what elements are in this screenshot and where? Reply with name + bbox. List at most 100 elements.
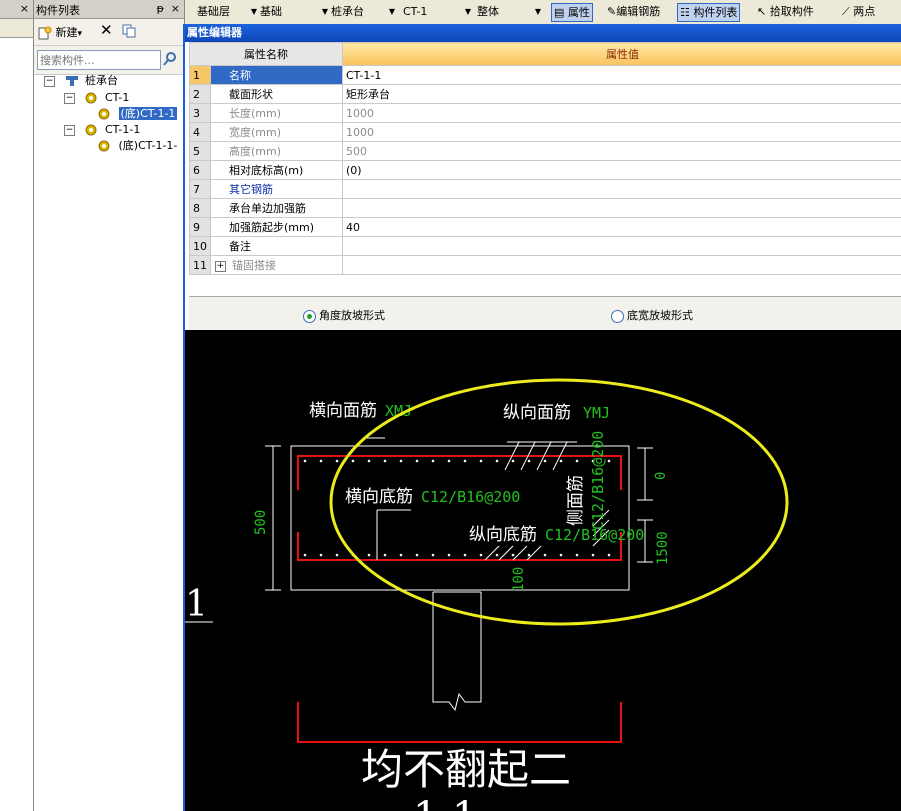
dim-1500: 1500	[655, 531, 671, 565]
property-name: 长度(mm)	[210, 103, 343, 123]
chevron-down-icon: ▼	[534, 7, 541, 16]
property-row[interactable]: 7 其它钢筋	[189, 179, 901, 199]
new-icon	[38, 26, 52, 40]
type-select[interactable]: 基础 ▼	[260, 5, 328, 19]
property-row[interactable]: 11 + 锚固搭接	[189, 255, 901, 275]
edit-icon: ✎	[607, 5, 617, 18]
delete-icon[interactable]: ✕	[100, 21, 113, 39]
label-transverse-top: 横向面筋	[309, 401, 377, 421]
rebar-dot	[575, 553, 579, 557]
cad-drawing-canvas[interactable]: 1 500 0 1500 100 横向面筋 XMJ 纵向面筋 YMJ 横向底筋 …	[185, 330, 901, 811]
rebar-dot	[415, 459, 419, 463]
property-value[interactable]	[342, 236, 901, 256]
property-value[interactable]: 1000	[342, 122, 901, 142]
tree-child-label: (底)CT-1-1-	[118, 139, 178, 152]
width-slope-radio[interactable]: 底宽放坡形式	[611, 307, 693, 323]
angle-slope-radio[interactable]: 角度放坡形式	[303, 307, 385, 323]
new-button[interactable]: 新建▾	[38, 24, 82, 40]
property-value[interactable]	[342, 179, 901, 199]
search-input[interactable]	[37, 50, 161, 70]
property-name: 承台单边加强筋	[210, 198, 343, 218]
property-row[interactable]: 4 宽度(mm) 1000	[189, 122, 901, 142]
properties-button-label: 属性	[567, 6, 590, 19]
collapse-icon[interactable]: −	[64, 92, 75, 104]
pick-component-button[interactable]: ↖ 拾取构件	[755, 3, 816, 20]
new-dropdown-icon: ▾	[77, 29, 83, 39]
property-row[interactable]: 6 相对底标高(m) (0)	[189, 160, 901, 180]
scope-select[interactable]: 整体 ▼	[477, 5, 541, 19]
property-value[interactable]: CT-1-1	[342, 65, 901, 85]
close-icon[interactable]: ×	[171, 2, 180, 15]
category-select-value: 桩承台	[331, 5, 364, 18]
copy-icon[interactable]	[122, 24, 136, 41]
tree-child-label: (底)CT-1-1	[118, 107, 178, 120]
rebar-dot	[303, 459, 307, 463]
property-value[interactable]	[342, 198, 901, 218]
property-value[interactable]: (0)	[342, 160, 901, 180]
dim-zero: 0	[653, 472, 669, 480]
property-name: 截面形状	[210, 84, 343, 104]
tree-item-ct-1[interactable]: − CT-1	[64, 90, 129, 106]
slope-mode-bar: 角度放坡形式 底宽放坡形式	[189, 296, 901, 332]
pin-icon[interactable]: ᵽ	[157, 2, 164, 15]
width-slope-label: 底宽放坡形式	[627, 309, 693, 322]
property-name: 相对底标高(m)	[210, 160, 343, 180]
floor-select-value: 基础层	[197, 5, 230, 18]
row-number: 5	[189, 141, 211, 161]
code-transverse-bottom: C12/B16@200	[421, 488, 520, 506]
property-row[interactable]: 2 截面形状 矩形承台	[189, 84, 901, 104]
component-list-button-label: 构件列表	[693, 6, 738, 19]
collapse-icon[interactable]: −	[44, 75, 55, 87]
properties-button[interactable]: ▤ 属性	[551, 3, 593, 22]
property-row[interactable]: 5 高度(mm) 500	[189, 141, 901, 161]
property-row[interactable]: 9 加强筋起步(mm) 40	[189, 217, 901, 237]
dim-100: 100	[511, 567, 527, 592]
main-toolbar: 基础层 ▼ 基础 ▼ 桩承台 ▼ CT-1 ▼ 整体 ▼ ▤ 属性 ✎编辑钢筋 ☷ 构件列…	[185, 0, 901, 25]
component-select[interactable]: CT-1 ▼	[403, 5, 471, 19]
property-value[interactable]: 500	[342, 141, 901, 161]
property-editor: 属性编辑器 属性名称 属性值 1 名称 CT-1-1 2 截面形状 矩形承台 3 长度(mm)…	[183, 24, 901, 811]
property-value[interactable]	[342, 255, 901, 275]
property-value[interactable]: 1000	[342, 103, 901, 123]
tree-item-ct-1-1[interactable]: − CT-1-1	[64, 122, 140, 138]
gear-icon	[98, 108, 110, 120]
rebar-dot	[511, 553, 515, 557]
section-drawing: 1 500 0 1500 100 横向面筋 XMJ 纵向面筋 YMJ 横向底筋 …	[185, 378, 789, 811]
search-icon[interactable]	[162, 51, 178, 67]
component-list-toolbar: 新建▾ ✕	[34, 19, 184, 46]
property-name-label: 锚固搭接	[232, 259, 276, 272]
expand-icon[interactable]: +	[215, 260, 226, 272]
rebar-dot	[399, 459, 403, 463]
bottom-partial: 1-1	[413, 794, 477, 811]
property-value[interactable]: 40	[342, 217, 901, 237]
gear-icon	[85, 92, 96, 104]
tree-root[interactable]: − 桩承台	[44, 73, 118, 89]
property-value[interactable]: 矩形承台	[342, 84, 901, 104]
tree-child-ct-1-1-1-bottom[interactable]: (底)CT-1-1-	[98, 138, 177, 154]
property-row[interactable]: 1 名称 CT-1-1	[189, 65, 901, 85]
code-longitudinal-top: YMJ	[583, 404, 610, 422]
two-points-button[interactable]: ⟋ 两点	[840, 3, 877, 20]
category-select[interactable]: 桩承台 ▼	[331, 5, 395, 19]
code-side: C12/B16@200	[589, 431, 607, 530]
property-name: 其它钢筋	[210, 179, 343, 199]
collapse-icon[interactable]: −	[64, 124, 75, 136]
tree-child-ct-1-1-bottom[interactable]: (底)CT-1-1	[98, 106, 178, 122]
rebar-dot	[463, 553, 467, 557]
property-row[interactable]: 10 备注	[189, 236, 901, 256]
component-list-button[interactable]: ☷ 构件列表	[677, 3, 741, 22]
rebar-dot	[479, 459, 483, 463]
rebar-dot	[543, 459, 547, 463]
property-row[interactable]: 8 承台单边加强筋	[189, 198, 901, 218]
pick-component-label: 拾取构件	[769, 5, 814, 18]
left-panel-close-icon[interactable]: ×	[20, 2, 29, 15]
floor-select[interactable]: 基础层 ▼	[197, 5, 257, 19]
search-bar	[34, 46, 184, 75]
chevron-down-icon: ▼	[464, 7, 471, 16]
bottom-caption: 均不翻起二	[361, 745, 571, 794]
property-row[interactable]: 3 长度(mm) 1000	[189, 103, 901, 123]
type-select-value: 基础	[260, 5, 282, 18]
two-points-label: 两点	[853, 5, 876, 18]
header-property-value: 属性值	[342, 42, 901, 66]
edit-rebar-button[interactable]: ✎编辑钢筋	[605, 3, 662, 20]
